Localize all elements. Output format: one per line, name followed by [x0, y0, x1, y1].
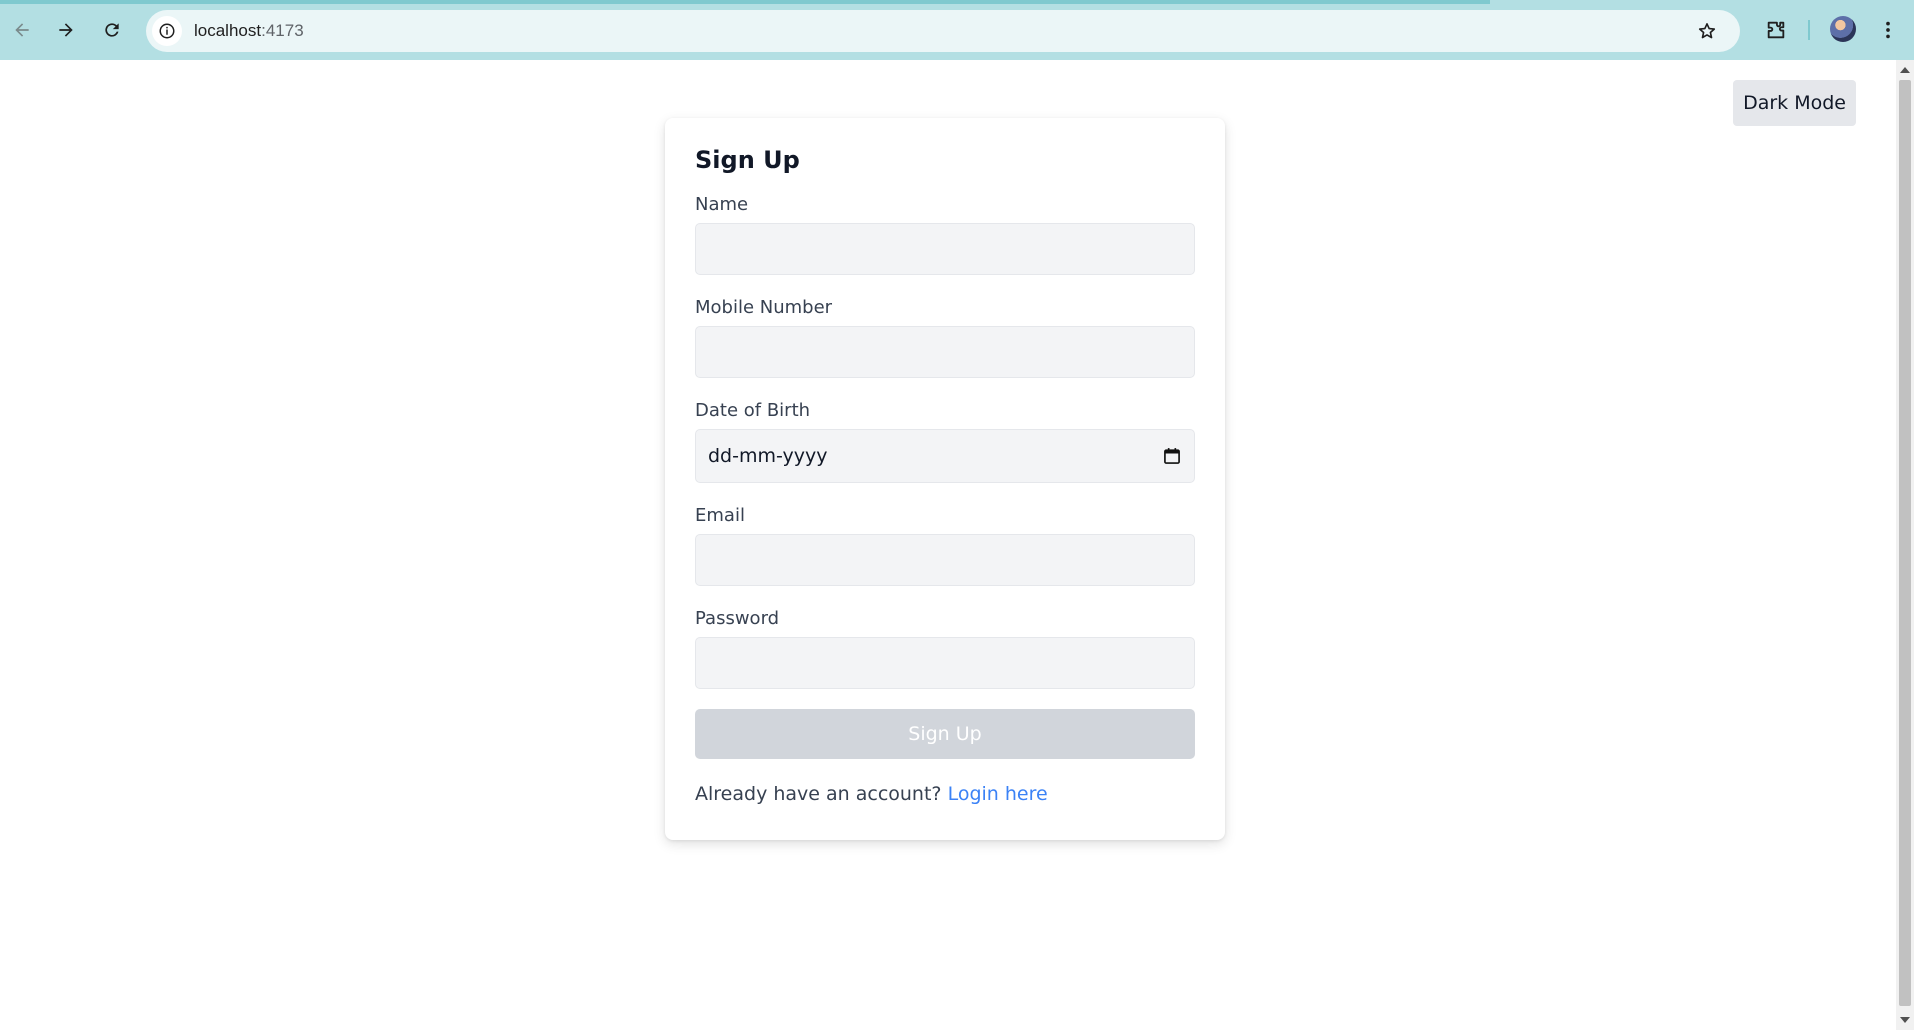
signup-card: Sign Up Name Mobile Number Date of Birth…: [665, 118, 1225, 840]
browser-toolbar: localhost:4173: [0, 0, 1914, 60]
reload-button[interactable]: [96, 14, 128, 46]
extensions-puzzle-icon[interactable]: [1760, 14, 1792, 46]
mobile-label: Mobile Number: [695, 297, 833, 318]
dob-label: Date of Birth: [695, 400, 811, 421]
scroll-up-arrow-icon[interactable]: [1900, 67, 1910, 73]
password-input[interactable]: [695, 637, 1195, 689]
dob-field-group: Date of Birth dd-mm-yyyy: [695, 400, 1195, 483]
name-input[interactable]: [695, 223, 1195, 275]
dob-value: dd-mm-yyyy: [708, 445, 828, 467]
mobile-input[interactable]: [695, 326, 1195, 378]
dob-input[interactable]: dd-mm-yyyy: [695, 429, 1195, 483]
bookmark-star-icon[interactable]: [1692, 16, 1722, 46]
password-label: Password: [695, 608, 780, 629]
vertical-scrollbar[interactable]: [1896, 60, 1914, 1030]
site-info-icon[interactable]: [152, 16, 182, 46]
address-bar[interactable]: localhost:4173: [146, 10, 1740, 52]
scroll-down-arrow-icon[interactable]: [1900, 1017, 1910, 1023]
name-field-group: Name: [695, 194, 1195, 275]
login-prompt-text: Already have an account?: [695, 783, 942, 805]
back-button[interactable]: [6, 14, 38, 46]
calendar-icon[interactable]: [1162, 446, 1182, 466]
email-label: Email: [695, 505, 745, 526]
name-label: Name: [695, 194, 749, 215]
url-text[interactable]: localhost:4173: [194, 21, 304, 41]
email-input[interactable]: [695, 534, 1195, 586]
url-port: :4173: [261, 21, 304, 40]
scrollbar-thumb[interactable]: [1899, 80, 1911, 1006]
reload-icon: [105, 23, 119, 37]
form-title: Sign Up: [695, 146, 800, 174]
url-host: localhost: [194, 21, 262, 40]
arrow-left-icon: [15, 23, 29, 37]
dark-mode-toggle-button[interactable]: Dark Mode: [1733, 80, 1856, 126]
forward-button[interactable]: [50, 14, 82, 46]
email-field-group: Email: [695, 505, 1195, 586]
login-prompt: Already have an account? Login here: [695, 783, 1195, 805]
mobile-field-group: Mobile Number: [695, 297, 1195, 378]
profile-avatar[interactable]: [1830, 16, 1856, 42]
toolbar-divider: [1808, 20, 1810, 40]
arrow-right-icon: [59, 23, 73, 37]
login-link[interactable]: Login here: [948, 783, 1048, 805]
kebab-menu-icon[interactable]: [1872, 14, 1904, 46]
loading-indicator: [0, 0, 1490, 4]
signup-submit-button[interactable]: Sign Up: [695, 709, 1195, 759]
page-viewport: Dark Mode Sign Up Name Mobile Number Dat…: [0, 60, 1896, 1030]
password-field-group: Password: [695, 608, 1195, 689]
